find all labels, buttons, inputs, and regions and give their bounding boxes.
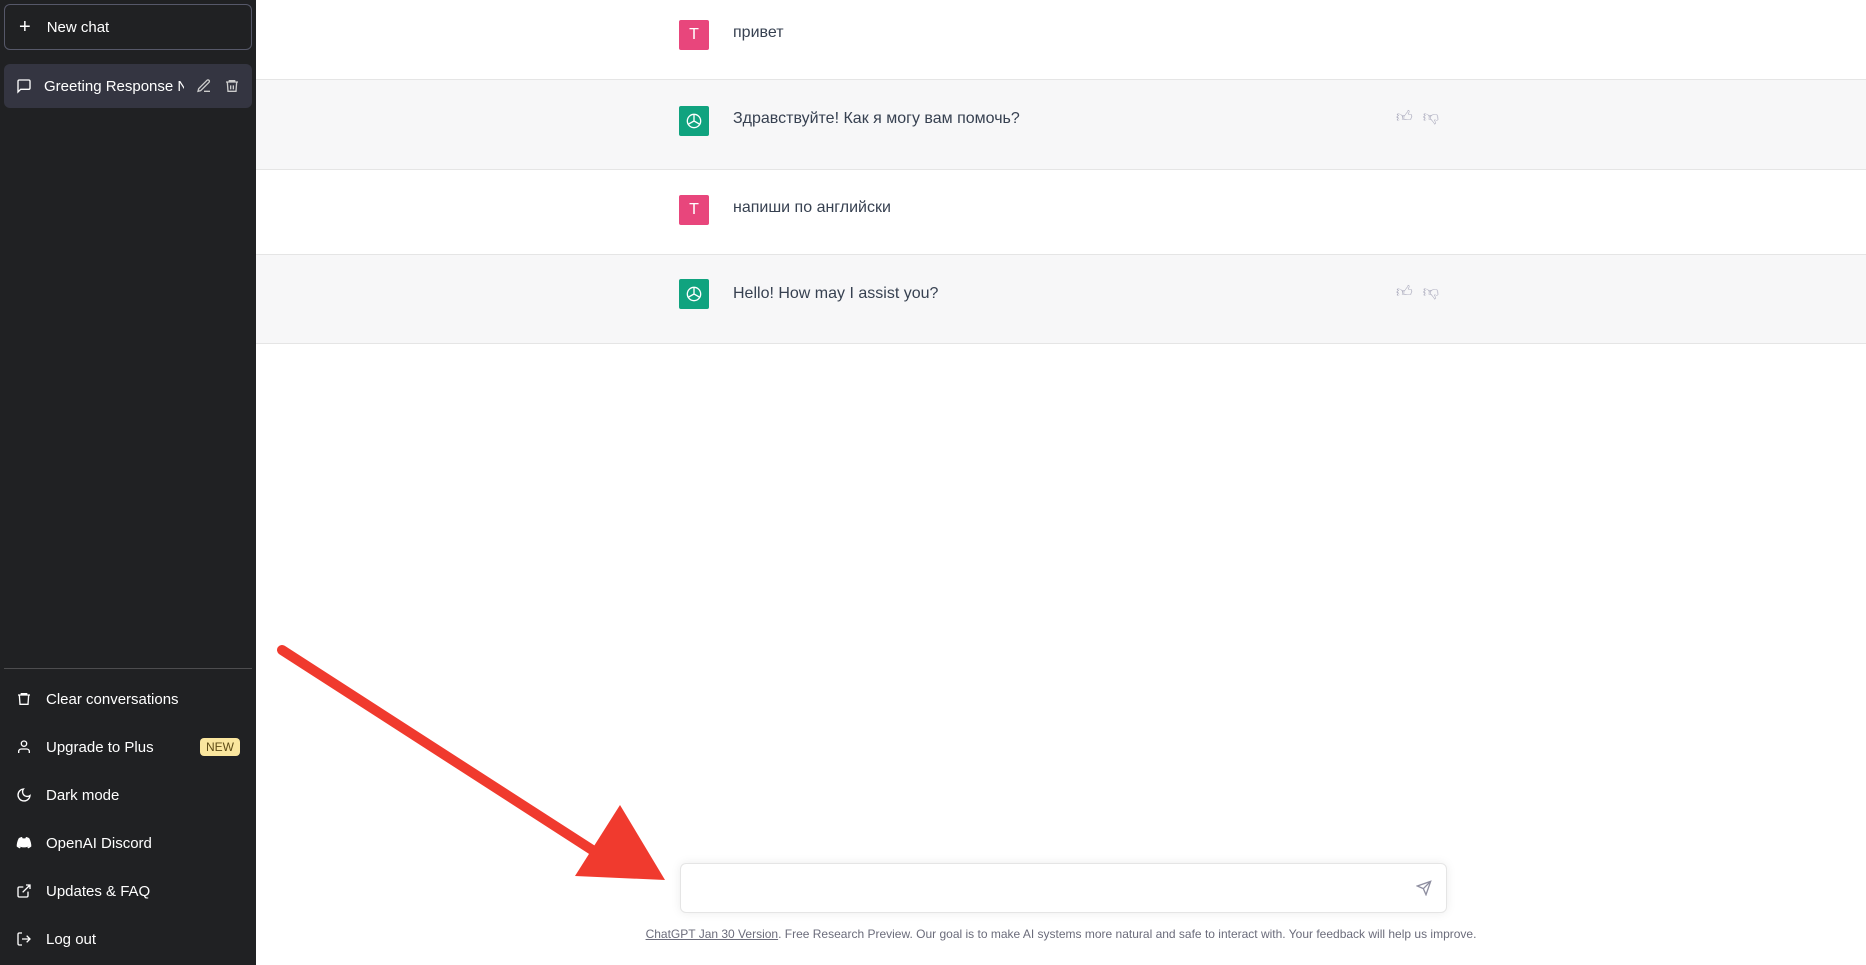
message-input[interactable] [681, 864, 1446, 912]
send-icon[interactable] [1416, 880, 1432, 896]
footer-text: . Free Research Preview. Our goal is to … [778, 927, 1477, 941]
footer: ChatGPT Jan 30 Version. Free Research Pr… [256, 927, 1866, 941]
annotation-arrow [277, 645, 665, 880]
message-input-box [680, 863, 1447, 913]
version-link[interactable]: ChatGPT Jan 30 Version [646, 927, 779, 941]
